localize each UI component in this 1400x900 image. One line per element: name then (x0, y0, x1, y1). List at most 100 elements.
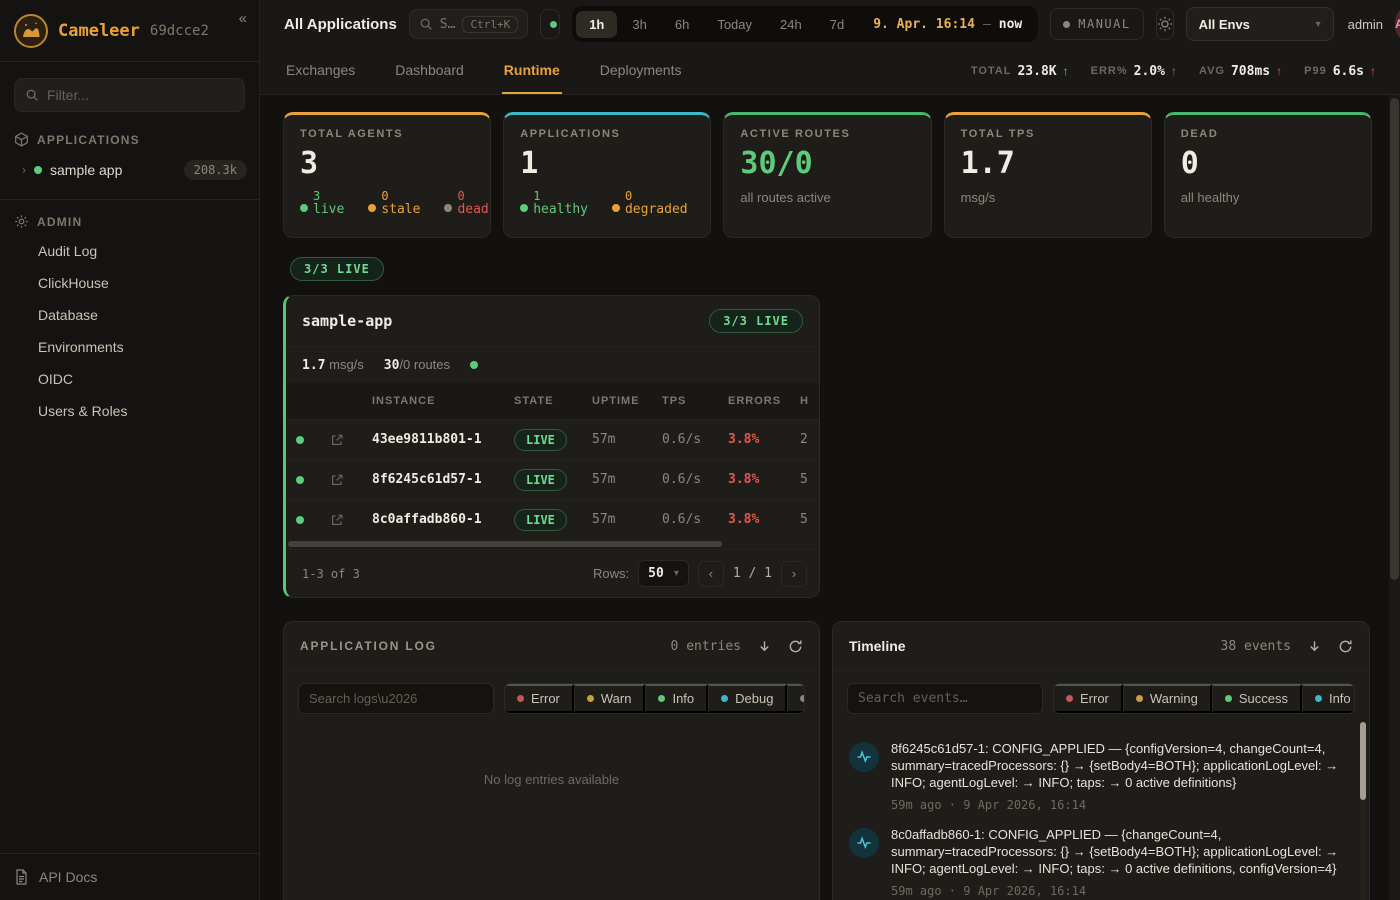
log-filter-trace[interactable]: Trace (787, 684, 805, 713)
table-row[interactable]: 8c0affadb860-1 LIVE 57m 0.6/s 3.8% 5 (286, 499, 819, 539)
warn-dot (587, 695, 594, 702)
table-row[interactable]: 43ee9811b801-1 LIVE 57m 0.6/s 3.8% 2 (286, 419, 819, 459)
filter-input[interactable] (47, 87, 234, 103)
log-panel-title: APPLICATION LOG (300, 639, 437, 653)
horizontal-scrollbar[interactable] (288, 541, 817, 549)
sidebar-item-users-roles[interactable]: Users & Roles (0, 395, 259, 427)
success-dot (1225, 695, 1232, 702)
error-dot (517, 695, 524, 702)
connection-status[interactable]: O (540, 9, 560, 39)
date-from: 9. Apr. 16:14 (873, 17, 975, 32)
page-scrollbar-thumb[interactable] (1390, 98, 1399, 580)
document-icon (14, 869, 29, 885)
timeline-filter-success[interactable]: Success (1212, 684, 1302, 713)
log-filter-info[interactable]: Info (645, 684, 708, 713)
log-filter-warn[interactable]: Warn (574, 684, 646, 713)
header-stats: TOTAL 23.8K ↑ ERR% 2.0% ↑ AVG 708ms ↑ P9… (971, 48, 1376, 94)
table-row[interactable]: 8f6245c61d57-1 LIVE 57m 0.6/s 3.8% 5 (286, 459, 819, 499)
sidebar-item-clickhouse[interactable]: ClickHouse (0, 267, 259, 299)
dead-dot (444, 204, 452, 212)
log-controls: Error Warn Info Debug (284, 671, 819, 726)
log-filter-debug[interactable]: Debug (708, 684, 787, 713)
search-icon (419, 17, 433, 31)
log-search-input[interactable] (298, 683, 494, 714)
manual-refresh-button[interactable]: MANUAL (1050, 8, 1143, 40)
range-today[interactable]: Today (704, 11, 765, 38)
sample-app-header: sample-app 3/3 LIVE (286, 296, 819, 346)
tab-runtime[interactable]: Runtime (502, 48, 562, 94)
page-title: All Applications (284, 16, 397, 33)
download-icon[interactable] (1307, 639, 1322, 654)
rows-label: Rows: (593, 566, 629, 581)
healthy-dot (520, 204, 528, 212)
timeline-filter-warning[interactable]: Warning (1123, 684, 1212, 713)
sidebar-item-oidc[interactable]: OIDC (0, 363, 259, 395)
table-pagination: 1-3 of 3 Rows: 50 ▾ ‹ 1 / 1 › (286, 549, 819, 597)
sidebar-item-database[interactable]: Database (0, 299, 259, 331)
stat-p99: P99 6.6s ↑ (1304, 64, 1376, 79)
page-scrollbar-track[interactable] (1389, 95, 1400, 900)
breakdown-degraded: 0degraded (612, 189, 688, 217)
date-range-display[interactable]: 9. Apr. 16:14 – now (859, 17, 1034, 32)
stat-cards-row: TOTAL AGENTS 3 3live 0stale (283, 112, 1372, 238)
expand-chevron-icon[interactable]: › (22, 163, 26, 177)
trend-up-icon: ↑ (1063, 64, 1069, 78)
sample-app-metrics: 1.7 msg/s 30/0 routes (286, 346, 819, 383)
live-summary-badge: 3/3 LIVE (290, 257, 384, 281)
tab-dashboard[interactable]: Dashboard (393, 48, 466, 94)
state-badge: LIVE (514, 469, 567, 491)
range-3h[interactable]: 3h (619, 11, 659, 38)
scrollbar-thumb[interactable] (288, 541, 722, 547)
timeline-scrollbar-thumb[interactable] (1360, 722, 1366, 800)
event-message: 8c0affadb860-1: CONFIG_APPLIED — {change… (891, 826, 1339, 877)
state-badge: LIVE (514, 509, 567, 531)
external-link-icon[interactable] (330, 473, 372, 487)
username-label: admin (1348, 17, 1383, 32)
range-1h[interactable]: 1h (576, 11, 617, 38)
prev-page-button[interactable]: ‹ (698, 561, 724, 587)
card-applications: APPLICATIONS 1 1healthy 0degraded (503, 112, 711, 238)
timeline-filter-info[interactable]: Info (1302, 684, 1355, 713)
filter-box[interactable] (14, 78, 245, 112)
log-filter-error[interactable]: Error (505, 684, 574, 713)
api-docs-link[interactable]: API Docs (0, 853, 259, 900)
timeline-event[interactable]: 8f6245c61d57-1: CONFIG_APPLIED — {config… (849, 728, 1351, 814)
global-search-button[interactable]: S… Ctrl+K (409, 9, 528, 39)
rows-per-page-select[interactable]: 50 ▾ (638, 560, 689, 587)
tab-deployments[interactable]: Deployments (598, 48, 684, 94)
log-entry-count: 0 entries (671, 639, 741, 654)
error-dot (1066, 695, 1073, 702)
range-7d[interactable]: 7d (817, 11, 857, 38)
environment-select[interactable]: All Envs ▾ (1186, 7, 1334, 41)
download-icon[interactable] (757, 639, 772, 654)
gear-icon (14, 214, 29, 229)
tab-exchanges[interactable]: Exchanges (284, 48, 357, 94)
timeline-event-count: 38 events (1221, 639, 1291, 654)
trend-up-icon: ↑ (1276, 64, 1282, 78)
range-6h[interactable]: 6h (662, 11, 702, 38)
sidebar-collapse-icon[interactable]: « (239, 10, 247, 27)
stat-err: ERR% 2.0% ↑ (1091, 64, 1177, 79)
warning-dot (1136, 695, 1143, 702)
sidebar-item-environments[interactable]: Environments (0, 331, 259, 363)
range-24h[interactable]: 24h (767, 11, 815, 38)
timeline-event-list: 8f6245c61d57-1: CONFIG_APPLIED — {config… (833, 726, 1369, 900)
search-shortcut: Ctrl+K (462, 16, 518, 33)
trend-up-icon: ↑ (1370, 64, 1376, 78)
external-link-icon[interactable] (330, 433, 372, 447)
theme-toggle-button[interactable] (1156, 8, 1174, 40)
refresh-icon[interactable] (1338, 639, 1353, 654)
date-to: now (999, 17, 1022, 32)
external-link-icon[interactable] (330, 513, 372, 527)
avatar[interactable]: AD (1395, 9, 1400, 39)
timeline-event[interactable]: 8c0affadb860-1: CONFIG_APPLIED — {change… (849, 814, 1351, 900)
timeline-search-input[interactable] (847, 683, 1043, 714)
degraded-dot (612, 204, 620, 212)
refresh-icon[interactable] (788, 639, 803, 654)
timeline-filter-error[interactable]: Error (1054, 684, 1123, 713)
next-page-button[interactable]: › (781, 561, 807, 587)
instance-status-dot (296, 476, 304, 484)
sidebar-item-audit-log[interactable]: Audit Log (0, 235, 259, 267)
log-filter-group: Error Warn Info Debug (504, 683, 805, 714)
sidebar-item-sample-app[interactable]: › sample app 208.3k (0, 153, 259, 187)
